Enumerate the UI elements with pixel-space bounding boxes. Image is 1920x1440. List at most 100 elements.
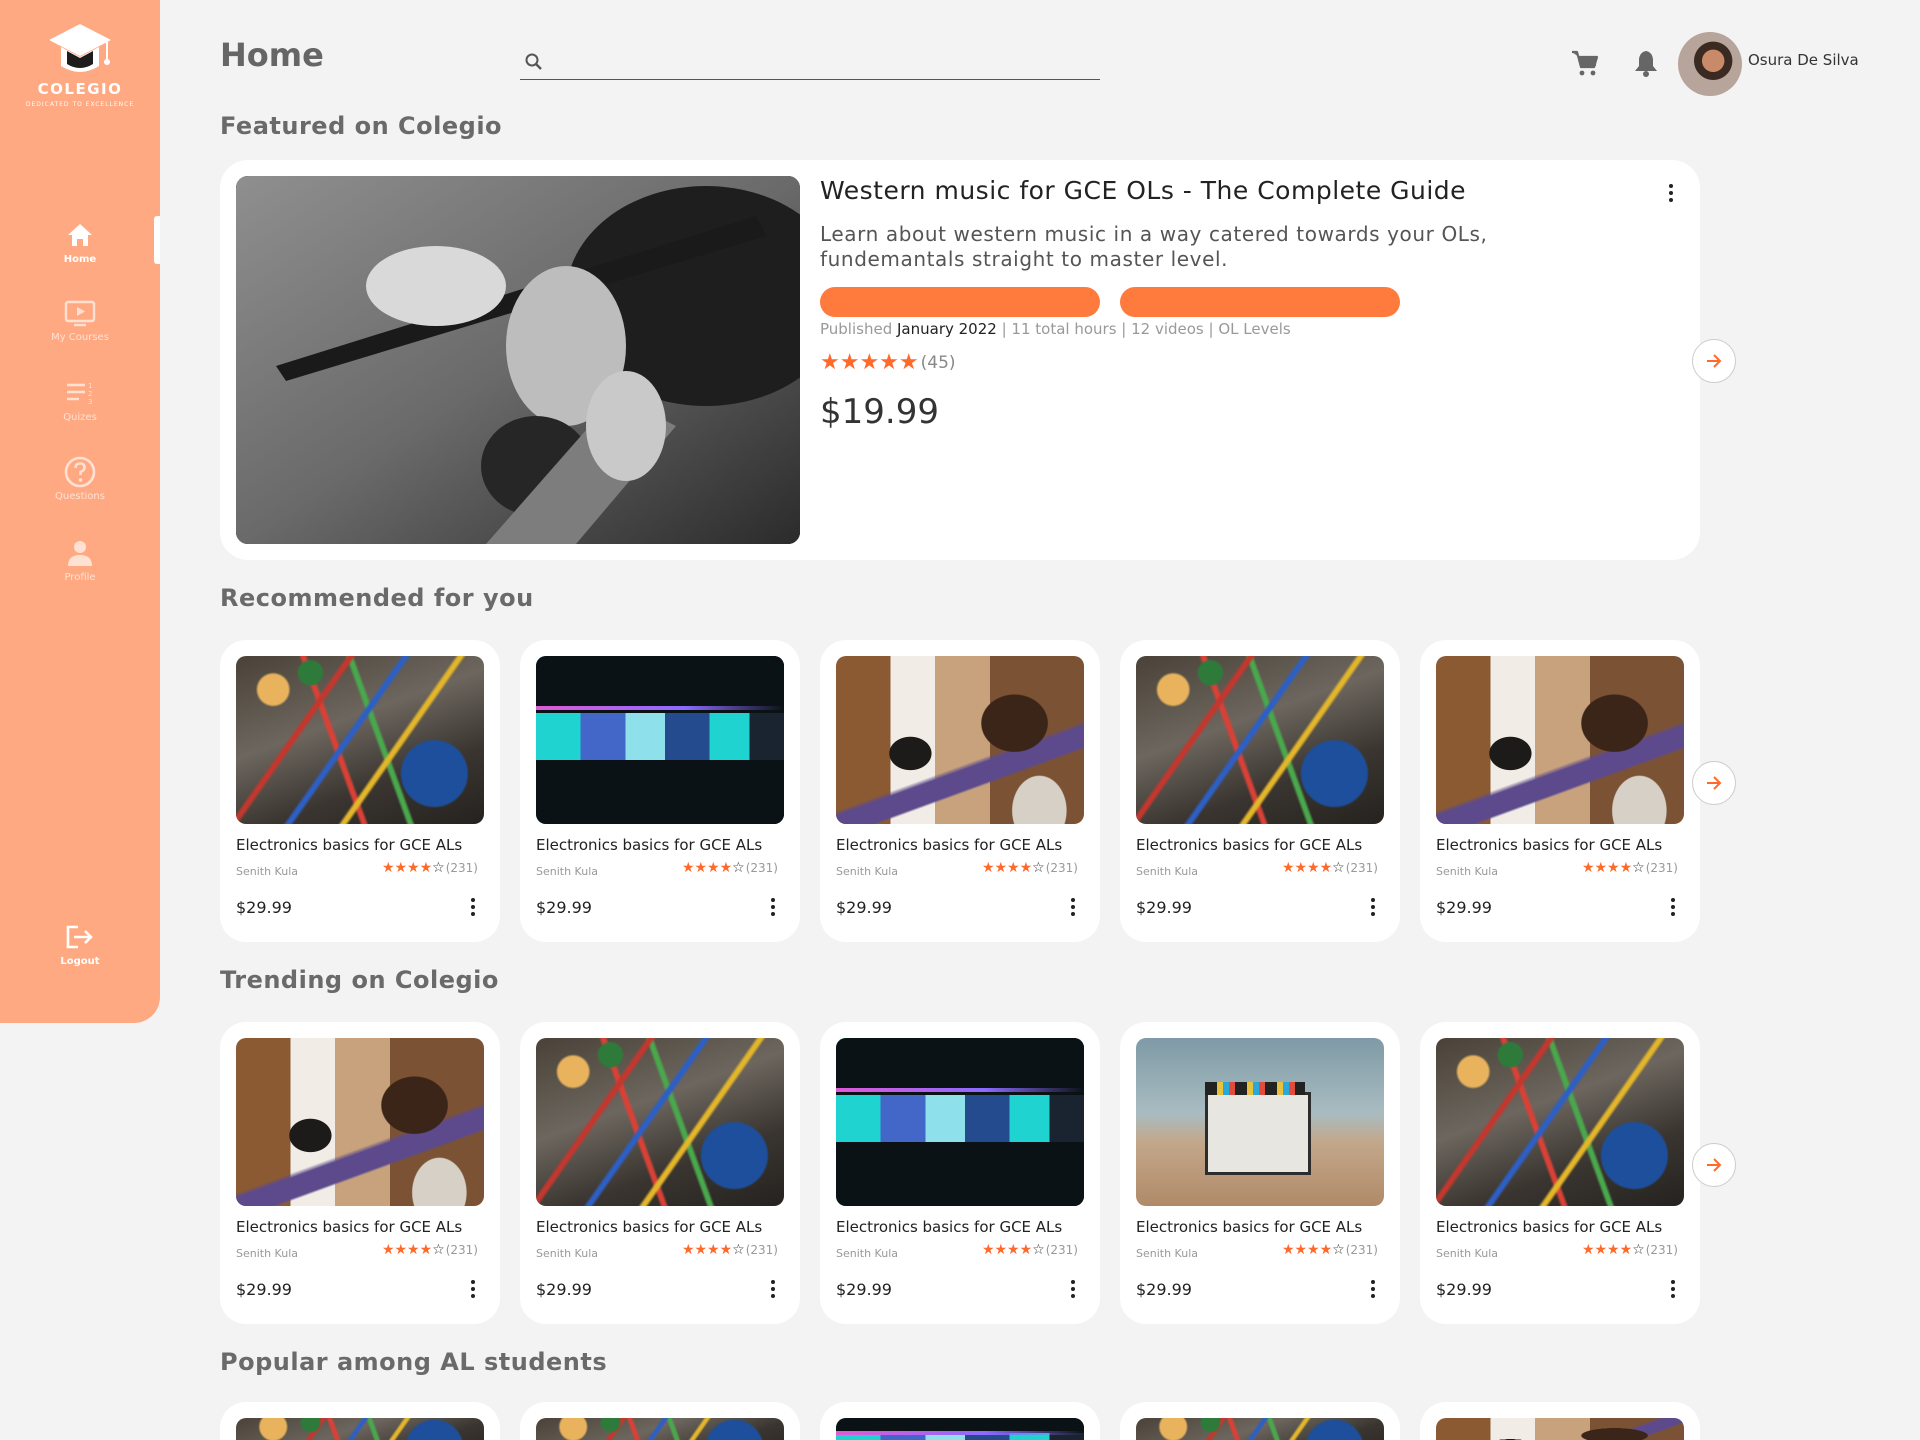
- search-input[interactable]: [544, 52, 1100, 71]
- course-thumbnail: [1436, 656, 1684, 824]
- featured-title[interactable]: Western music for GCE OLs - The Complete…: [820, 176, 1466, 205]
- course-price: $29.99: [1136, 898, 1192, 917]
- star-rating-icon: ★★★★: [981, 1242, 1033, 1258]
- empty-star-icon: ☆: [432, 1242, 445, 1258]
- course-thumbnail: [836, 656, 1084, 824]
- sidebar-item-quizes[interactable]: 1 2 3 Quizes: [0, 376, 160, 423]
- logo-name: COLEGIO: [37, 80, 123, 98]
- rating-count: (231): [745, 861, 778, 875]
- course-rating: ★★★★ ☆ (231): [1582, 860, 1678, 876]
- featured-tag-pill[interactable]: [1120, 287, 1400, 317]
- search-bar[interactable]: [520, 44, 1100, 80]
- rating-count: (231): [445, 1243, 478, 1257]
- logout-button[interactable]: Logout: [0, 920, 160, 967]
- course-card[interactable]: [220, 1402, 500, 1440]
- course-card[interactable]: [820, 1402, 1100, 1440]
- course-card[interactable]: Electronics basics for GCE ALs Senith Ku…: [220, 1022, 500, 1324]
- course-card[interactable]: Electronics basics for GCE ALs Senith Ku…: [520, 1022, 800, 1324]
- bell-icon[interactable]: [1632, 48, 1660, 78]
- question-circle-icon: [64, 456, 96, 488]
- course-card[interactable]: Electronics basics for GCE ALs Senith Ku…: [520, 640, 800, 942]
- svg-text:3: 3: [88, 398, 92, 406]
- sidebar-item-label: Profile: [64, 572, 96, 583]
- course-rating: ★★★★ ☆ (231): [382, 860, 478, 876]
- popular-row: [220, 1402, 1700, 1440]
- featured-next-button[interactable]: [1692, 339, 1736, 383]
- empty-star-icon: ☆: [732, 860, 745, 876]
- course-author: Senith Kula: [236, 1247, 298, 1260]
- user-name[interactable]: Osura De Silva: [1748, 51, 1859, 69]
- featured-course-card[interactable]: Western music for GCE OLs - The Complete…: [220, 160, 1700, 560]
- empty-star-icon: ☆: [1332, 1242, 1345, 1258]
- course-more-button[interactable]: [1668, 1280, 1678, 1298]
- empty-star-icon: ☆: [1632, 1242, 1645, 1258]
- course-author: Senith Kula: [1136, 865, 1198, 878]
- course-card[interactable]: [1120, 1402, 1400, 1440]
- rating-count: (231): [1045, 861, 1078, 875]
- course-title: Electronics basics for GCE ALs: [1136, 836, 1363, 854]
- section-title-trending: Trending on Colegio: [220, 966, 499, 994]
- sidebar-item-label: Questions: [55, 491, 105, 502]
- featured-more-button[interactable]: [1666, 184, 1676, 202]
- logout-label: Logout: [60, 956, 100, 967]
- sidebar-item-home[interactable]: Home: [0, 218, 160, 265]
- featured-rating: ★★★★★ (45): [820, 350, 956, 375]
- home-icon: [68, 224, 92, 246]
- featured-meta: Published January 2022 | 11 total hours …: [820, 320, 1291, 338]
- course-more-button[interactable]: [768, 898, 778, 916]
- sidebar-item-my-courses[interactable]: My Courses: [0, 296, 160, 343]
- course-price: $29.99: [536, 898, 592, 917]
- course-title: Electronics basics for GCE ALs: [1436, 836, 1663, 854]
- cart-icon[interactable]: [1570, 48, 1600, 78]
- published-date: January 2022: [897, 320, 997, 338]
- featured-tag-pill[interactable]: [820, 287, 1100, 317]
- course-price: $29.99: [536, 1280, 592, 1299]
- course-thumbnail: [1136, 1418, 1384, 1440]
- course-more-button[interactable]: [1068, 1280, 1078, 1298]
- course-thumbnail: [1136, 656, 1384, 824]
- logo-tagline: DEDICATED TO EXCELLENCE: [25, 101, 135, 108]
- course-thumbnail: [1136, 1038, 1384, 1206]
- recommended-next-button[interactable]: [1692, 761, 1736, 805]
- search-icon: [525, 53, 542, 70]
- app-logo[interactable]: COLEGIO DEDICATED TO EXCELLENCE: [0, 20, 160, 108]
- course-card[interactable]: Electronics basics for GCE ALs Senith Ku…: [220, 640, 500, 942]
- sidebar-item-questions[interactable]: Questions: [0, 455, 160, 502]
- course-title: Electronics basics for GCE ALs: [236, 1218, 463, 1236]
- course-rating: ★★★★ ☆ (231): [682, 860, 778, 876]
- sidebar-item-label: My Courses: [51, 332, 109, 343]
- trending-next-button[interactable]: [1692, 1143, 1736, 1187]
- star-rating-icon: ★★★★: [1581, 860, 1633, 876]
- course-more-button[interactable]: [1668, 898, 1678, 916]
- course-card[interactable]: Electronics basics for GCE ALs Senith Ku…: [1420, 1022, 1700, 1324]
- course-rating: ★★★★ ☆ (231): [982, 860, 1078, 876]
- course-more-button[interactable]: [468, 1280, 478, 1298]
- star-rating-icon: ★★★★: [381, 860, 433, 876]
- course-card[interactable]: Electronics basics for GCE ALs Senith Ku…: [820, 640, 1100, 942]
- course-card[interactable]: Electronics basics for GCE ALs Senith Ku…: [1120, 640, 1400, 942]
- course-card[interactable]: [1420, 1402, 1700, 1440]
- course-more-button[interactable]: [468, 898, 478, 916]
- course-card[interactable]: Electronics basics for GCE ALs Senith Ku…: [1420, 640, 1700, 942]
- course-card[interactable]: Electronics basics for GCE ALs Senith Ku…: [820, 1022, 1100, 1324]
- empty-star-icon: ☆: [1332, 860, 1345, 876]
- svg-text:2: 2: [88, 390, 92, 398]
- course-author: Senith Kula: [836, 1247, 898, 1260]
- course-more-button[interactable]: [768, 1280, 778, 1298]
- course-rating: ★★★★ ☆ (231): [1282, 1242, 1378, 1258]
- featured-details: | 11 total hours | 12 videos | OL Levels: [1001, 320, 1291, 338]
- course-more-button[interactable]: [1068, 898, 1078, 916]
- course-more-button[interactable]: [1368, 1280, 1378, 1298]
- course-card[interactable]: Electronics basics for GCE ALs Senith Ku…: [1120, 1022, 1400, 1324]
- star-rating-icon: ★★★★: [381, 1242, 433, 1258]
- avatar[interactable]: [1678, 32, 1742, 96]
- course-more-button[interactable]: [1368, 898, 1378, 916]
- course-card[interactable]: [520, 1402, 800, 1440]
- course-author: Senith Kula: [536, 1247, 598, 1260]
- sidebar-item-profile[interactable]: Profile: [0, 536, 160, 583]
- play-screen-icon: [64, 300, 96, 327]
- rating-count: (231): [1645, 861, 1678, 875]
- course-thumbnail: [836, 1418, 1084, 1440]
- course-thumbnail: [536, 656, 784, 824]
- empty-star-icon: ☆: [1032, 1242, 1045, 1258]
